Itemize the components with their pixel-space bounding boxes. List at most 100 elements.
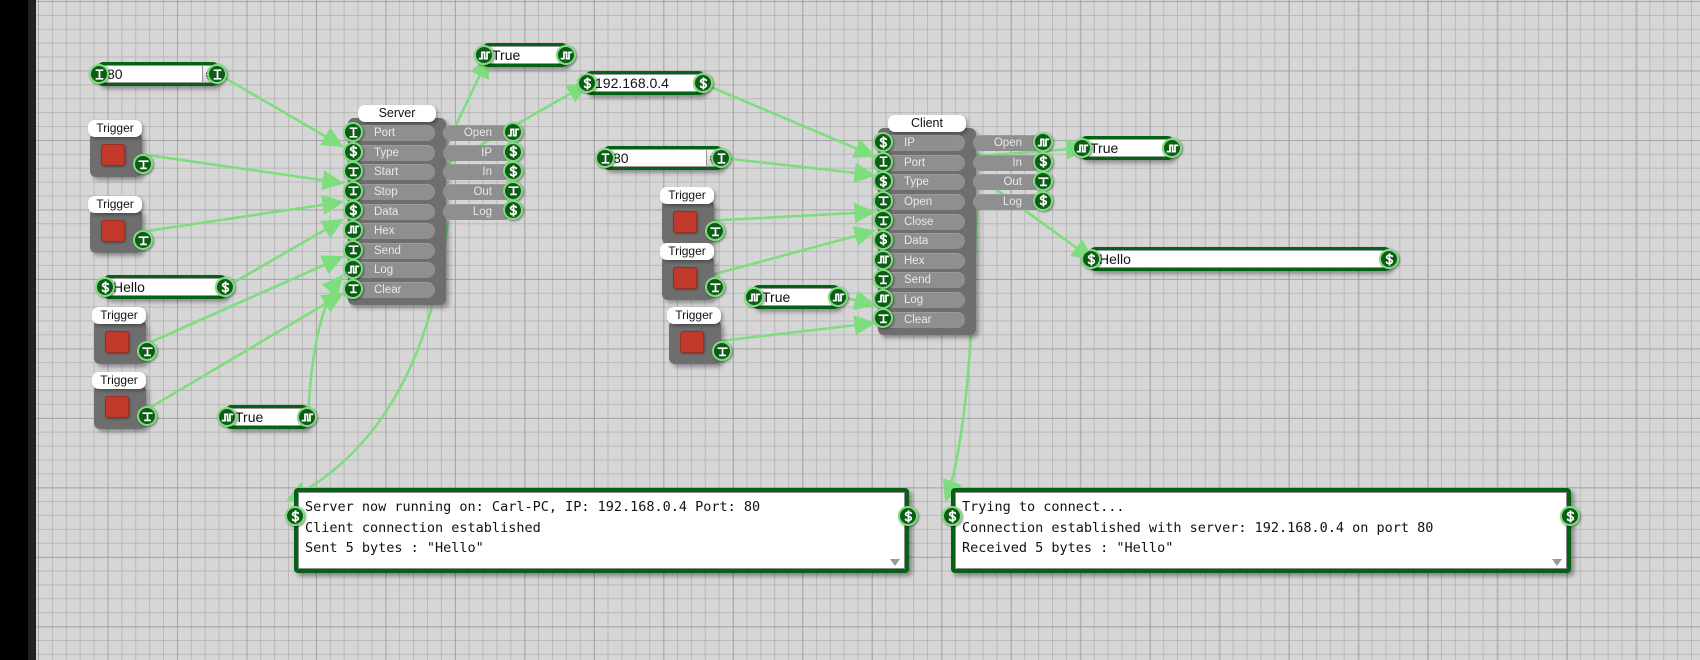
node-input-data[interactable]: Data [884, 233, 965, 249]
widget-port-server[interactable]: 80▲▼ [98, 62, 218, 86]
port-string-input[interactable] [1081, 249, 1101, 269]
widget-trigger-clear[interactable]: Trigger [94, 385, 146, 429]
port-bool-input[interactable] [343, 259, 363, 279]
port-trigger-input[interactable] [343, 240, 363, 260]
widget-true-server-hex[interactable]: True [483, 43, 567, 67]
widget-hello-server[interactable]: Hello [104, 275, 226, 299]
node-output-log[interactable]: Log [443, 204, 512, 220]
node-input-send[interactable]: Send [354, 243, 435, 259]
node-input-ip[interactable]: IP [884, 135, 965, 151]
wire[interactable] [226, 220, 342, 287]
port-bool-input[interactable] [873, 289, 893, 309]
wire[interactable] [722, 158, 874, 175]
widget-value[interactable]: True [486, 46, 564, 64]
port-bool-input[interactable] [474, 45, 494, 65]
node-input-log[interactable]: Log [884, 292, 965, 308]
node-input-stop[interactable]: Stop [354, 184, 435, 200]
widget-true-client-log[interactable]: True [753, 285, 839, 309]
port-string-input[interactable] [942, 506, 962, 526]
widget-trigger-start[interactable]: Trigger [90, 133, 142, 177]
widget-trigger-client-open[interactable]: Trigger [662, 200, 714, 244]
port-string-input[interactable] [873, 230, 893, 250]
wire[interactable] [704, 212, 874, 221]
trigger-button[interactable] [105, 331, 129, 353]
port-trigger-output[interactable] [137, 341, 157, 361]
node-input-log[interactable]: Log [354, 262, 435, 278]
trigger-button[interactable] [673, 267, 697, 289]
node-input-clear[interactable]: Clear [354, 282, 435, 298]
node-output-in[interactable]: In [443, 164, 512, 180]
port-trigger-output[interactable] [705, 277, 725, 297]
port-bool-output[interactable] [1162, 138, 1182, 158]
port-int-input[interactable] [873, 152, 893, 172]
node-output-out[interactable]: Out [973, 174, 1042, 190]
port-string-input[interactable] [95, 277, 115, 297]
port-string-output[interactable] [1033, 152, 1053, 172]
port-string-output[interactable] [503, 161, 523, 181]
wire[interactable] [704, 84, 874, 156]
trigger-button[interactable] [673, 211, 697, 233]
node-output-ip[interactable]: IP [443, 145, 512, 161]
widget-value[interactable]: True [756, 288, 836, 306]
port-int-input[interactable] [343, 122, 363, 142]
wire[interactable] [147, 155, 342, 183]
port-string-output[interactable] [503, 142, 523, 162]
port-int-input[interactable] [595, 148, 615, 168]
trigger-button[interactable] [101, 220, 125, 242]
widget-trigger-send[interactable]: Trigger [94, 320, 146, 364]
port-trigger-output[interactable] [133, 154, 153, 174]
wire[interactable] [308, 276, 342, 417]
port-trigger-input[interactable] [873, 210, 893, 230]
widget-port-client[interactable]: 80▲▼ [604, 146, 722, 170]
widget-value[interactable]: True [1084, 139, 1170, 157]
port-string-output[interactable] [1560, 506, 1580, 526]
node-output-open[interactable]: Open [973, 135, 1042, 151]
node-output-log[interactable]: Log [973, 194, 1042, 210]
port-trigger-output[interactable] [1033, 171, 1053, 191]
widget-trigger-client-clear[interactable]: Trigger [669, 320, 721, 364]
port-string-input[interactable] [343, 200, 363, 220]
wire[interactable] [711, 323, 874, 342]
node-input-hex[interactable]: Hex [354, 223, 435, 239]
port-string-output[interactable] [693, 73, 713, 93]
port-trigger-output[interactable] [133, 230, 153, 250]
node-output-in[interactable]: In [973, 155, 1042, 171]
widget-value[interactable]: Hello [1093, 250, 1387, 268]
port-trigger-input[interactable] [343, 279, 363, 299]
port-int-output[interactable] [711, 148, 731, 168]
port-bool-output[interactable] [828, 287, 848, 307]
node-input-close[interactable]: Close [884, 214, 965, 230]
wire[interactable] [704, 231, 874, 277]
port-bool-output[interactable] [297, 407, 317, 427]
wire[interactable] [218, 74, 342, 146]
node-input-type[interactable]: Type [884, 174, 965, 190]
widget-value[interactable]: Hello [107, 278, 223, 296]
node-output-out[interactable]: Out [443, 184, 512, 200]
log-text[interactable]: Server now running on: Carl-PC, IP: 192.… [298, 492, 905, 569]
log-client-log[interactable]: Trying to connect... Connection establis… [951, 488, 1571, 573]
port-trigger-input[interactable] [873, 191, 893, 211]
widget-trigger-stop[interactable]: Trigger [90, 209, 142, 253]
widget-trigger-client-close[interactable]: Trigger [662, 256, 714, 300]
port-string-output[interactable] [1033, 191, 1053, 211]
node-input-port[interactable]: Port [884, 155, 965, 171]
port-string-input[interactable] [873, 132, 893, 152]
widget-hello-client-in[interactable]: Hello [1090, 247, 1390, 271]
node-input-open[interactable]: Open [884, 194, 965, 210]
port-string-input[interactable] [285, 506, 305, 526]
node-input-hex[interactable]: Hex [884, 253, 965, 269]
port-trigger-input[interactable] [873, 269, 893, 289]
port-bool-input[interactable] [343, 220, 363, 240]
trigger-button[interactable] [680, 331, 704, 353]
node-input-port[interactable]: Port [354, 125, 435, 141]
widget-ip-string[interactable]: 192.168.0.4 [586, 71, 704, 95]
port-int-input[interactable] [89, 64, 109, 84]
port-trigger-output[interactable] [137, 406, 157, 426]
port-string-output[interactable] [898, 506, 918, 526]
port-string-output[interactable] [215, 277, 235, 297]
node-input-send[interactable]: Send [884, 272, 965, 288]
widget-value[interactable]: 192.168.0.4 [589, 74, 701, 92]
node-server[interactable]: ServerPortTypeStartStopDataHexSendLogCle… [348, 118, 446, 305]
port-string-input[interactable] [577, 73, 597, 93]
wire[interactable] [151, 257, 342, 342]
